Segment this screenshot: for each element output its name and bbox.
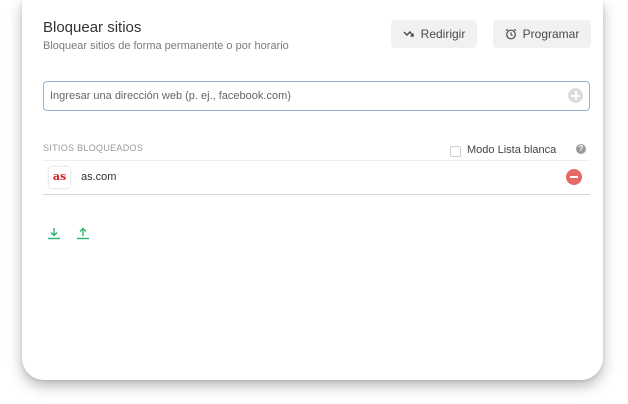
schedule-button[interactable]: Programar: [493, 20, 591, 48]
alarm-clock-icon: [505, 28, 517, 40]
url-input[interactable]: [50, 82, 560, 110]
plus-circle-icon[interactable]: [568, 88, 583, 103]
upload-icon[interactable]: [76, 226, 90, 240]
redirect-arrow-icon: [403, 29, 415, 39]
minus-circle-icon[interactable]: [566, 169, 582, 185]
download-icon[interactable]: [47, 226, 61, 240]
redirect-button-label: Redirigir: [420, 27, 466, 41]
list-item: as as.com: [43, 161, 590, 194]
list-divider: [43, 194, 590, 195]
redirect-button[interactable]: Redirigir: [391, 20, 477, 48]
page-title: Bloquear sitios: [43, 19, 142, 36]
schedule-button-label: Programar: [522, 27, 580, 41]
blocked-site-domain: as.com: [81, 171, 117, 183]
block-sites-card: Bloquear sitios Bloquear sitios de forma…: [22, 0, 603, 380]
site-favicon: as: [49, 167, 70, 188]
whitelist-mode-label: Modo Lista blanca: [467, 144, 557, 156]
page-subtitle: Bloquear sitios de forma permanente o po…: [43, 40, 289, 52]
url-input-field: [43, 81, 590, 111]
whitelist-mode-checkbox[interactable]: [450, 146, 461, 157]
help-icon[interactable]: ?: [576, 144, 586, 154]
blocked-sites-section-label: SITIOS BLOQUEADOS: [43, 143, 144, 153]
